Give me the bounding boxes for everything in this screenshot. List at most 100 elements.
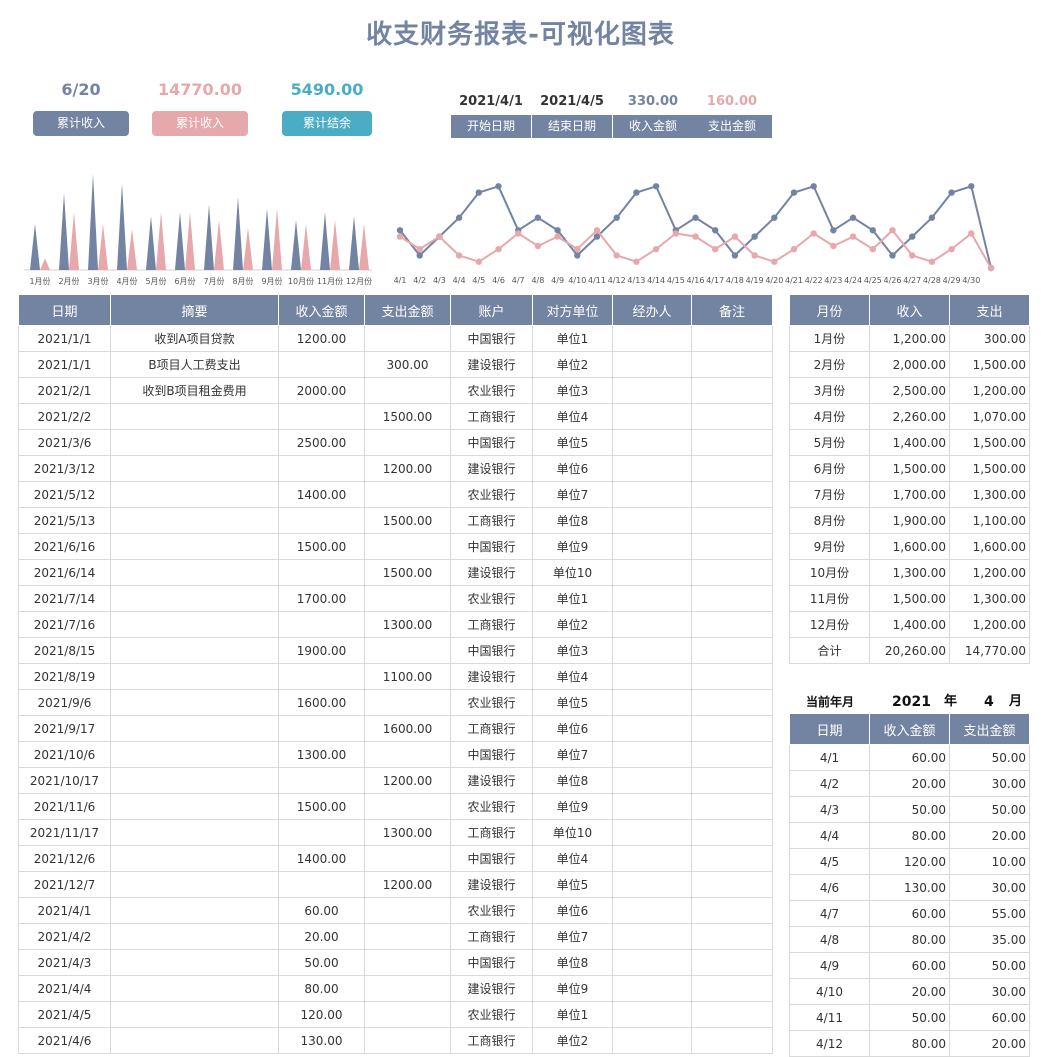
main-table-cell[interactable] xyxy=(110,481,279,508)
monthly-table-cell[interactable]: 2,000.00 xyxy=(869,351,950,378)
main-table-cell[interactable]: 1400.00 xyxy=(278,481,365,508)
kpi-expense-button[interactable]: 累计收入 xyxy=(152,111,248,136)
main-table-cell[interactable] xyxy=(612,975,692,1002)
main-table-cell[interactable] xyxy=(612,923,692,950)
main-table-cell[interactable]: 2021/5/13 xyxy=(18,507,111,534)
daily-table-cell[interactable]: 4/4 xyxy=(789,822,870,849)
main-table-cell[interactable] xyxy=(364,923,451,950)
main-table-cell[interactable]: 单位5 xyxy=(532,429,613,456)
main-table-cell[interactable]: 农业银行 xyxy=(450,585,533,612)
main-table-cell[interactable]: 2021/6/16 xyxy=(18,533,111,560)
main-table-cell[interactable]: B项目人工费支出 xyxy=(110,351,279,378)
monthly-table-cell[interactable]: 1,500.00 xyxy=(869,455,950,482)
daily-table-cell[interactable]: 30.00 xyxy=(949,770,1030,797)
kpi-count-button[interactable]: 累计收入 xyxy=(33,111,129,136)
main-table-cell[interactable]: 1300.00 xyxy=(278,741,365,768)
main-table-cell[interactable]: 农业银行 xyxy=(450,689,533,716)
daily-table-cell[interactable]: 4/3 xyxy=(789,796,870,823)
main-table-cell[interactable]: 2021/11/6 xyxy=(18,793,111,820)
main-table-cell[interactable]: 2021/1/1 xyxy=(18,325,111,352)
monthly-table-cell[interactable]: 300.00 xyxy=(949,325,1030,352)
main-table-cell[interactable]: 中国银行 xyxy=(450,949,533,976)
main-table-cell[interactable]: 工商银行 xyxy=(450,923,533,950)
main-table-cell[interactable] xyxy=(364,533,451,560)
monthly-table-cell[interactable]: 14,770.00 xyxy=(949,637,1030,664)
main-table-cell[interactable]: 1500.00 xyxy=(364,507,451,534)
main-table-cell[interactable] xyxy=(364,637,451,664)
daily-table-cell[interactable]: 80.00 xyxy=(869,822,950,849)
main-table-cell[interactable]: 2021/6/14 xyxy=(18,559,111,586)
monthly-table-cell[interactable]: 1,500.00 xyxy=(949,455,1030,482)
main-table-cell[interactable] xyxy=(364,975,451,1002)
main-table-cell[interactable] xyxy=(278,819,365,846)
main-table-cell[interactable] xyxy=(691,663,773,690)
main-table-cell[interactable] xyxy=(612,715,692,742)
daily-table-cell[interactable]: 4/10 xyxy=(789,978,870,1005)
main-table-cell[interactable]: 单位4 xyxy=(532,845,613,872)
main-table-cell[interactable]: 300.00 xyxy=(364,351,451,378)
monthly-table-cell[interactable]: 1,700.00 xyxy=(869,481,950,508)
monthly-table-cell[interactable]: 11月份 xyxy=(789,585,870,612)
monthly-table-cell[interactable]: 5月份 xyxy=(789,429,870,456)
main-table-cell[interactable] xyxy=(612,871,692,898)
main-table-cell[interactable] xyxy=(110,1001,279,1028)
main-table-cell[interactable]: 单位6 xyxy=(532,715,613,742)
main-table-cell[interactable] xyxy=(612,793,692,820)
main-table-cell[interactable]: 建设银行 xyxy=(450,767,533,794)
main-table-cell[interactable]: 2021/7/16 xyxy=(18,611,111,638)
main-table-cell[interactable]: 单位8 xyxy=(532,949,613,976)
main-table-cell[interactable]: 工商银行 xyxy=(450,507,533,534)
main-table-cell[interactable]: 2021/9/17 xyxy=(18,715,111,742)
main-table-cell[interactable] xyxy=(691,403,773,430)
main-table-cell[interactable]: 建设银行 xyxy=(450,351,533,378)
daily-table-cell[interactable]: 4/2 xyxy=(789,770,870,797)
daily-table-cell[interactable]: 30.00 xyxy=(949,874,1030,901)
daily-table-cell[interactable]: 55.00 xyxy=(949,900,1030,927)
main-table-cell[interactable]: 2021/10/17 xyxy=(18,767,111,794)
main-table-cell[interactable]: 1500.00 xyxy=(364,559,451,586)
main-table-cell[interactable] xyxy=(364,845,451,872)
main-table-cell[interactable]: 1500.00 xyxy=(278,533,365,560)
monthly-table-cell[interactable]: 2月份 xyxy=(789,351,870,378)
main-table-cell[interactable]: 工商银行 xyxy=(450,819,533,846)
main-table-cell[interactable] xyxy=(110,975,279,1002)
main-table-cell[interactable] xyxy=(110,819,279,846)
main-table-cell[interactable]: 中国银行 xyxy=(450,845,533,872)
main-table-cell[interactable]: 1400.00 xyxy=(278,845,365,872)
main-table-cell[interactable]: 收到A项目贷款 xyxy=(110,325,279,352)
main-table-cell[interactable]: 2021/2/1 xyxy=(18,377,111,404)
main-table-cell[interactable] xyxy=(612,325,692,352)
main-table-cell[interactable] xyxy=(691,897,773,924)
main-table-cell[interactable]: 2021/4/3 xyxy=(18,949,111,976)
monthly-table-cell[interactable]: 1,600.00 xyxy=(949,533,1030,560)
main-table-cell[interactable] xyxy=(278,351,365,378)
main-table-cell[interactable]: 单位6 xyxy=(532,455,613,482)
monthly-table-cell[interactable]: 1月份 xyxy=(789,325,870,352)
monthly-table-cell[interactable]: 20,260.00 xyxy=(869,637,950,664)
main-table-cell[interactable] xyxy=(691,585,773,612)
main-table-cell[interactable]: 2021/1/1 xyxy=(18,351,111,378)
monthly-table-cell[interactable]: 1,500.00 xyxy=(869,585,950,612)
main-table-cell[interactable]: 1200.00 xyxy=(364,871,451,898)
main-table-cell[interactable] xyxy=(364,325,451,352)
main-table-cell[interactable] xyxy=(278,715,365,742)
main-table-cell[interactable] xyxy=(364,429,451,456)
main-table-cell[interactable] xyxy=(110,403,279,430)
main-table-cell[interactable] xyxy=(110,767,279,794)
main-table-cell[interactable] xyxy=(691,377,773,404)
main-table-cell[interactable] xyxy=(110,429,279,456)
main-table-cell[interactable]: 单位10 xyxy=(532,819,613,846)
main-table-cell[interactable] xyxy=(110,741,279,768)
main-table-cell[interactable]: 120.00 xyxy=(278,1001,365,1028)
main-table-cell[interactable] xyxy=(612,819,692,846)
main-table-cell[interactable] xyxy=(364,1027,451,1054)
filter-end-date-value[interactable]: 2021/4/5 xyxy=(532,92,612,112)
main-table-cell[interactable] xyxy=(691,1001,773,1028)
main-table-cell[interactable] xyxy=(691,793,773,820)
main-table-cell[interactable] xyxy=(612,611,692,638)
main-table-cell[interactable] xyxy=(691,455,773,482)
main-table-cell[interactable] xyxy=(110,663,279,690)
monthly-table-cell[interactable]: 合计 xyxy=(789,637,870,664)
main-table-cell[interactable]: 2021/12/7 xyxy=(18,871,111,898)
main-table-cell[interactable]: 2021/9/6 xyxy=(18,689,111,716)
